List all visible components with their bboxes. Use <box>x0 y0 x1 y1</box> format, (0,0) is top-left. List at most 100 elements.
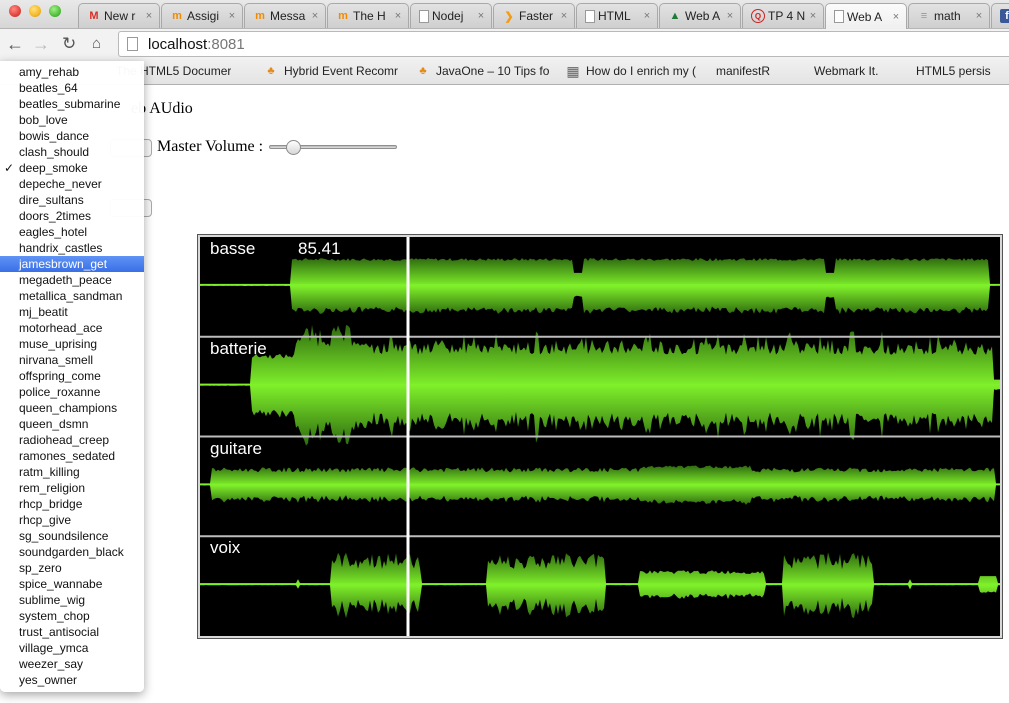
slider-thumb[interactable] <box>286 140 302 155</box>
browser-tab[interactable]: ▲ Web A × <box>659 3 741 28</box>
checkmark-icon: ✓ <box>4 161 15 175</box>
song-option[interactable]: yes_owner <box>0 672 144 688</box>
faster-icon: ❯ <box>504 10 514 23</box>
song-option[interactable]: sg_soundsilence <box>0 528 144 544</box>
tab-close-icon[interactable]: × <box>890 11 902 23</box>
song-option[interactable]: dire_sultans <box>0 192 144 208</box>
browser-tab[interactable]: M New r × <box>78 3 160 28</box>
tab-close-icon[interactable]: × <box>973 10 985 22</box>
song-option-label: eagles_hotel <box>19 225 88 239</box>
song-option-label: mj_beatit <box>19 305 68 319</box>
song-option[interactable]: ✓ deep_smoke <box>0 160 144 176</box>
song-option-label: police_roxanne <box>19 385 101 399</box>
song-option[interactable]: amy_rehab <box>0 64 144 80</box>
tab-close-icon[interactable]: × <box>143 10 155 22</box>
song-option[interactable]: bob_love <box>0 112 144 128</box>
song-option[interactable]: system_chop <box>0 608 144 624</box>
song-option[interactable]: offspring_come <box>0 368 144 384</box>
song-option[interactable]: radiohead_creep <box>0 432 144 448</box>
tab-close-icon[interactable]: × <box>475 10 487 22</box>
close-window-button[interactable] <box>9 5 21 17</box>
zoom-window-button[interactable] <box>49 5 61 17</box>
browser-tab[interactable]: Nodej × <box>410 3 492 28</box>
bookmark-item[interactable]: Webmark It. <box>814 64 878 78</box>
bookmark-item[interactable]: HTML5 persis <box>916 64 991 78</box>
song-option[interactable]: nirvana_smell <box>0 352 144 368</box>
song-option[interactable]: sublime_wig <box>0 592 144 608</box>
song-option[interactable]: beatles_submarine <box>0 96 144 112</box>
song-option[interactable]: ratm_killing <box>0 464 144 480</box>
song-option[interactable]: handrix_castles <box>0 240 144 256</box>
reload-button[interactable]: ↻ <box>62 33 76 55</box>
master-volume-slider[interactable] <box>269 140 398 155</box>
song-option-label: beatles_64 <box>19 81 78 95</box>
tab-close-icon[interactable]: × <box>558 10 570 22</box>
song-option[interactable]: soundgarden_black <box>0 544 144 560</box>
song-option[interactable]: village_ymca <box>0 640 144 656</box>
song-option-label: bob_love <box>19 113 68 127</box>
tab-close-icon[interactable]: × <box>807 10 819 22</box>
tab-strip: M New r × m Assigi × m Messa × m The H × Nodej × ❯ Fast… <box>0 0 1009 29</box>
song-option-label: rhcp_give <box>19 513 72 527</box>
browser-tab[interactable]: m Messa × <box>244 3 326 28</box>
song-option[interactable]: doors_2times <box>0 208 144 224</box>
bookmark-item[interactable]: manifestR <box>716 64 770 78</box>
song-option-label: megadeth_peace <box>19 273 112 287</box>
song-option[interactable]: ramones_sedated <box>0 448 144 464</box>
browser-tab[interactable]: m Assigi × <box>161 3 243 28</box>
song-option[interactable]: jamesbrown_get <box>0 256 144 272</box>
bookmark-item[interactable]: ♣ JavaOne – 10 Tips fo <box>416 64 549 78</box>
home-button[interactable]: ⌂ <box>92 33 101 55</box>
song-option[interactable]: clash_should <box>0 144 144 160</box>
browser-tab[interactable]: f <box>991 3 1009 28</box>
master-volume-control: Master Volume : <box>157 138 398 156</box>
browser-tab[interactable]: ❯ Faster × <box>493 3 575 28</box>
tab-close-icon[interactable]: × <box>724 10 736 22</box>
song-option-label: village_ymca <box>19 641 89 655</box>
tab-close-icon[interactable]: × <box>226 10 238 22</box>
song-option[interactable]: spice_wannabe <box>0 576 144 592</box>
song-option[interactable]: rhcp_give <box>0 512 144 528</box>
page-icon <box>419 9 429 23</box>
song-option-label: metallica_sandman <box>19 289 123 303</box>
song-option[interactable]: rhcp_bridge <box>0 496 144 512</box>
song-option[interactable]: bowis_dance <box>0 128 144 144</box>
song-option[interactable]: police_roxanne <box>0 384 144 400</box>
browser-tab[interactable]: HTML × <box>576 3 658 28</box>
song-option[interactable]: depeche_never <box>0 176 144 192</box>
waveform-canvas[interactable] <box>200 237 1000 636</box>
song-option-label: sp_zero <box>19 561 62 575</box>
song-option[interactable]: beatles_64 <box>0 80 144 96</box>
bookmark-item[interactable]: ▦ How do I enrich my ( <box>566 64 696 78</box>
song-option[interactable]: mj_beatit <box>0 304 144 320</box>
song-option[interactable]: trust_antisocial <box>0 624 144 640</box>
multitrack-waveform-view[interactable]: 85.41 basse batterie guitare voix <box>197 234 1003 639</box>
song-select-dropdown[interactable]: amy_rehab beatles_64 beatles_submarine bob_… <box>0 61 144 692</box>
tab-close-icon[interactable]: × <box>641 10 653 22</box>
song-option[interactable]: metallica_sandman <box>0 288 144 304</box>
song-option[interactable]: sp_zero <box>0 560 144 576</box>
song-option-label: clash_should <box>19 145 90 159</box>
song-option-label: depeche_never <box>19 177 102 191</box>
song-option[interactable]: rem_religion <box>0 480 144 496</box>
song-option[interactable]: megadeth_peace <box>0 272 144 288</box>
browser-tab[interactable]: Q TP 4 N × <box>742 3 824 28</box>
browser-tab[interactable]: m The H × <box>327 3 409 28</box>
song-option[interactable]: weezer_say <box>0 656 144 672</box>
browser-tab[interactable]: Web A × <box>825 3 907 29</box>
forward-button[interactable]: → <box>32 33 50 55</box>
song-option[interactable]: queen_champions <box>0 400 144 416</box>
song-option[interactable]: motorhead_ace <box>0 320 144 336</box>
bookmark-item[interactable]: ♣ Hybrid Event Recomr <box>264 64 398 78</box>
back-button[interactable]: ← <box>6 33 24 55</box>
song-option[interactable]: muse_uprising <box>0 336 144 352</box>
minimize-window-button[interactable] <box>29 5 41 17</box>
address-bar[interactable]: localhost:8081 <box>118 31 1009 57</box>
song-option[interactable]: eagles_hotel <box>0 224 144 240</box>
tab-close-icon[interactable]: × <box>392 10 404 22</box>
song-option[interactable]: queen_dsmn <box>0 416 144 432</box>
tab-label: Faster <box>519 9 554 23</box>
song-option-label: system_chop <box>19 609 90 623</box>
tab-close-icon[interactable]: × <box>309 10 321 22</box>
browser-tab[interactable]: ≡ math × <box>908 3 990 28</box>
